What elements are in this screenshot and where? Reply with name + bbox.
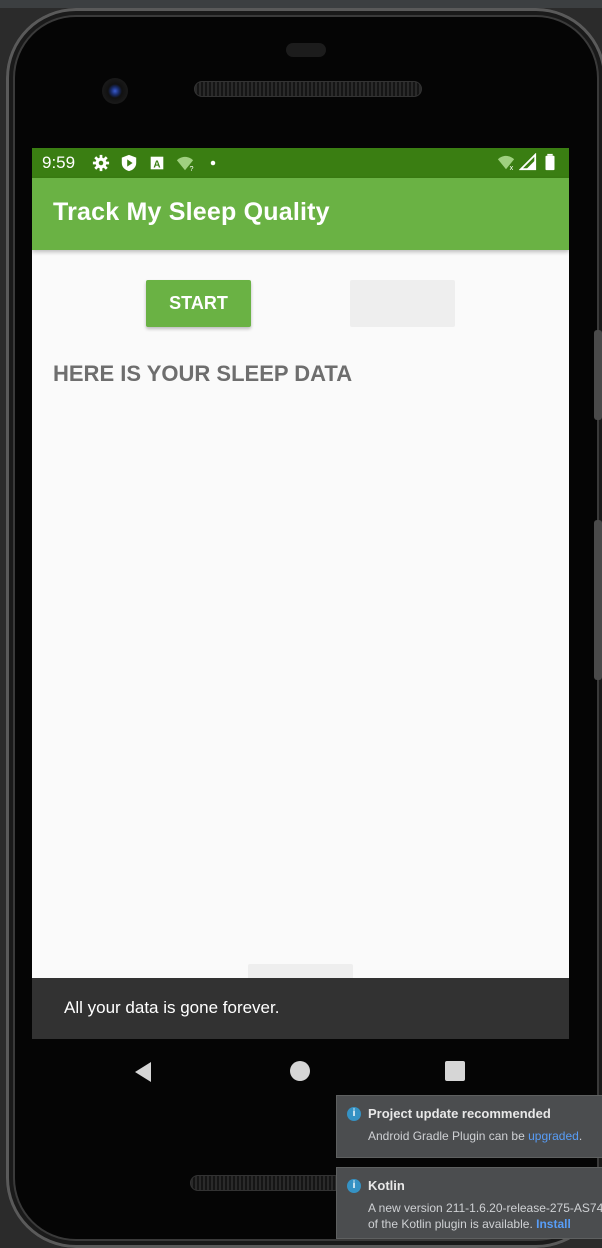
notification-text: Android Gradle Plugin can be	[368, 1129, 529, 1143]
svg-text:x: x	[510, 163, 514, 171]
start-button[interactable]: START	[146, 280, 251, 327]
top-speaker-grille	[194, 81, 422, 97]
wifi-question-icon: ?	[176, 156, 194, 172]
dot-icon	[210, 160, 216, 166]
battery-icon	[545, 153, 555, 171]
signal-icon	[519, 153, 537, 171]
svg-text:?: ?	[190, 164, 194, 172]
info-icon: i	[347, 1107, 361, 1121]
notification-body: Android Gradle Plugin can be upgraded.	[368, 1128, 582, 1144]
top-slot	[286, 43, 326, 57]
wifi-x-icon: x	[497, 155, 515, 171]
recents-icon[interactable]	[445, 1061, 465, 1081]
status-bar: 9:59 A ? x	[32, 148, 569, 178]
notification-body: A new version 211-1.6.20-release-275-AS7…	[368, 1200, 602, 1232]
stop-button[interactable]	[350, 280, 455, 327]
back-icon[interactable]	[133, 1061, 153, 1083]
app-title: Track My Sleep Quality	[53, 198, 330, 226]
sleep-data-heading: HERE IS YOUR SLEEP DATA	[53, 361, 353, 386]
status-right-icons: x	[497, 153, 559, 171]
notification-project-update[interactable]: i Project update recommended Android Gra…	[336, 1095, 602, 1158]
notification-suffix: .	[578, 1129, 583, 1143]
info-icon: i	[347, 1179, 361, 1193]
snackbar: All your data is gone forever.	[32, 978, 569, 1039]
volume-button[interactable]	[594, 330, 602, 420]
svg-text:A: A	[153, 160, 160, 171]
a-icon: A	[150, 156, 164, 171]
notification-title: Kotlin	[368, 1178, 405, 1193]
front-camera	[102, 78, 128, 104]
snackbar-message: All your data is gone forever.	[64, 998, 280, 1017]
home-icon[interactable]	[290, 1061, 310, 1081]
gear-icon	[92, 154, 110, 172]
notification-text: of the Kotlin plugin is available.	[368, 1217, 537, 1231]
shield-play-icon	[121, 154, 137, 172]
install-link[interactable]: Install	[536, 1217, 571, 1231]
notification-kotlin[interactable]: i Kotlin A new version 211-1.6.20-releas…	[336, 1167, 602, 1239]
status-left-icons: A ?	[92, 152, 222, 174]
power-button[interactable]	[594, 520, 602, 680]
app-bar: Track My Sleep Quality	[32, 178, 569, 250]
notification-title: Project update recommended	[368, 1106, 551, 1121]
status-time: 9:59	[42, 153, 76, 172]
notification-line: of the Kotlin plugin is available. Insta…	[368, 1216, 602, 1232]
ide-top-strip	[0, 0, 602, 8]
notification-line: A new version 211-1.6.20-release-275-AS7…	[368, 1201, 602, 1215]
phone-screen: 9:59 A ? x Track My Sleep Quality START …	[32, 148, 569, 1039]
upgraded-link[interactable]: upgraded	[528, 1129, 579, 1143]
